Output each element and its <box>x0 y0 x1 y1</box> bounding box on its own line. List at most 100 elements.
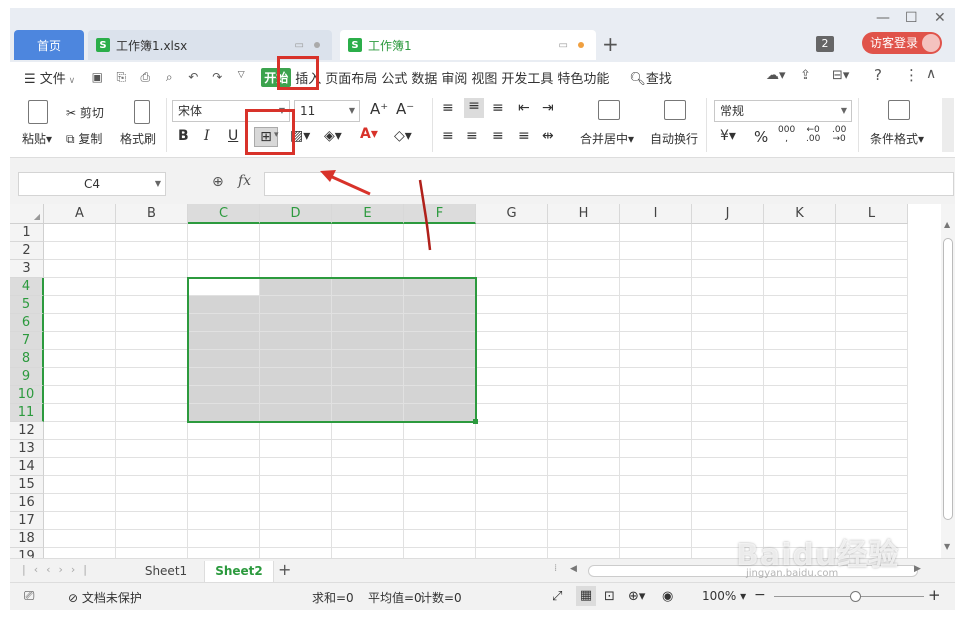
window-count-badge[interactable]: 2 <box>816 36 834 52</box>
bold-button[interactable]: B <box>178 128 189 144</box>
column-header-l[interactable]: L <box>836 204 908 224</box>
conditional-format-button[interactable]: 条件格式▾ <box>870 130 924 147</box>
fx-icon[interactable]: fx <box>238 173 251 189</box>
page-break-view-icon[interactable]: ⊡ <box>604 589 615 604</box>
column-header-j[interactable]: J <box>692 204 764 224</box>
scroll-right-icon[interactable]: ▶ <box>914 564 921 574</box>
merge-center-button[interactable]: 合并居中▾ <box>580 130 634 147</box>
search-button[interactable]: 🔍︎查找 <box>629 68 672 87</box>
unsaved-dot-icon[interactable] <box>578 42 584 48</box>
align-bottom-icon[interactable]: ≡ <box>492 100 504 116</box>
document-protection[interactable]: ⊘ 文档未保护 <box>68 589 142 606</box>
vertical-scrollbar[interactable]: ▲ ▼ <box>941 204 955 558</box>
zoom-slider-knob[interactable] <box>850 591 861 602</box>
eye-protection-icon[interactable]: ◉ <box>662 589 673 604</box>
thousands-separator-icon[interactable]: 000, <box>778 126 795 144</box>
column-header-a[interactable]: A <box>44 204 116 224</box>
customize-chevron-icon[interactable]: ▽ <box>233 70 249 84</box>
align-top-icon[interactable]: ≡ <box>442 100 454 116</box>
scroll-down-icon[interactable]: ▼ <box>944 542 950 551</box>
row-header-12[interactable]: 12 <box>10 422 44 440</box>
row-header-3[interactable]: 3 <box>10 260 44 278</box>
row-header-14[interactable]: 14 <box>10 458 44 476</box>
menu-tab-formulas[interactable]: 公式 <box>381 68 407 87</box>
column-header-i[interactable]: I <box>620 204 692 224</box>
menu-tab-developer[interactable]: 开发工具 <box>501 68 553 87</box>
vertical-scroll-thumb[interactable] <box>943 238 953 520</box>
cloud-icon[interactable]: ☁▾ <box>766 68 786 83</box>
font-color-icon[interactable]: A▾ <box>360 126 378 142</box>
zoom-slider[interactable] <box>774 596 924 597</box>
paste-button[interactable]: 粘贴▾ <box>22 130 52 147</box>
normal-view-icon[interactable]: ▦ <box>576 586 596 606</box>
column-header-c[interactable]: C <box>188 204 260 224</box>
scroll-up-icon[interactable]: ▲ <box>944 220 950 229</box>
row-header-18[interactable]: 18 <box>10 530 44 548</box>
row-header-2[interactable]: 2 <box>10 242 44 260</box>
row-header-9[interactable]: 9 <box>10 368 44 386</box>
add-sheet-button[interactable]: + <box>278 560 291 579</box>
copy-button[interactable]: ⧉ 复制 <box>66 130 102 147</box>
menu-tab-page-layout[interactable]: 页面布局 <box>325 68 377 87</box>
increase-font-icon[interactable]: A⁺ <box>370 100 388 118</box>
font-size-select[interactable]: 11 ▼ <box>294 100 360 122</box>
align-right-icon[interactable]: ≡ <box>492 128 504 144</box>
align-middle-icon[interactable]: ≡ <box>464 98 484 118</box>
tab-home[interactable]: 首页 <box>14 30 84 60</box>
more-icon[interactable]: ⋮ <box>904 66 919 84</box>
row-header-17[interactable]: 17 <box>10 512 44 530</box>
sheet-nav-arrows-icon[interactable]: |‹‹››| <box>22 563 95 576</box>
percent-button[interactable]: % <box>754 128 768 146</box>
fill-color-icon[interactable]: ◈▾ <box>324 128 342 144</box>
guest-login-button[interactable]: 访客登录 <box>862 32 942 54</box>
tab-workbook-active[interactable]: S 工作簿1 ▭ <box>340 30 596 60</box>
column-header-b[interactable]: B <box>116 204 188 224</box>
close-icon[interactable]: ✕ <box>934 10 946 26</box>
row-header-13[interactable]: 13 <box>10 440 44 458</box>
save-icon[interactable]: ▣ <box>89 70 105 84</box>
share-icon[interactable]: ⇪ <box>800 68 811 83</box>
more-tools-icon[interactable]: ⊟▾ <box>832 68 849 83</box>
scroll-left-icon[interactable]: ◀ <box>570 564 577 574</box>
row-header-10[interactable]: 10 <box>10 386 44 404</box>
monitor-icon[interactable]: ▭ <box>559 40 568 51</box>
merge-center-icon[interactable] <box>598 100 620 120</box>
currency-icon[interactable]: ¥▾ <box>720 128 736 144</box>
column-header-d[interactable]: D <box>260 204 332 224</box>
redo-icon[interactable]: ↷ <box>209 70 225 84</box>
italic-button[interactable]: I <box>204 128 210 144</box>
conditional-format-icon[interactable] <box>888 100 910 120</box>
number-format-select[interactable]: 常规 ▼ <box>714 100 852 122</box>
menu-tab-features[interactable]: 特色功能 <box>557 68 609 87</box>
row-header-4[interactable]: 4 <box>10 278 44 296</box>
menu-tab-data[interactable]: 数据 <box>411 68 437 87</box>
indent-increase-icon[interactable]: ⇥ <box>542 100 554 116</box>
justify-icon[interactable]: ≡ <box>518 128 530 144</box>
paste-icon[interactable] <box>28 100 48 124</box>
export-icon[interactable]: ⎘ <box>113 70 129 84</box>
select-all-corner[interactable]: ◢ <box>10 204 44 224</box>
monitor-icon[interactable]: ▭ <box>295 40 304 51</box>
clear-format-icon[interactable]: ◇▾ <box>394 128 412 144</box>
menu-tab-review[interactable]: 审阅 <box>441 68 467 87</box>
menu-tab-view[interactable]: 视图 <box>471 68 497 87</box>
zoom-level[interactable]: 100% ▾ <box>702 589 746 603</box>
decrease-decimal-icon[interactable]: .00 →0 <box>832 126 846 144</box>
decrease-font-icon[interactable]: A⁻ <box>396 100 414 118</box>
name-box[interactable]: C4 ▼ <box>18 172 166 196</box>
align-center-icon[interactable]: ≡ <box>466 128 478 144</box>
ribbon-scroll-right-icon[interactable] <box>942 98 954 152</box>
row-header-19[interactable]: 19 <box>10 548 44 558</box>
indent-decrease-icon[interactable]: ⇤ <box>518 100 530 116</box>
format-painter-button[interactable]: 格式刷 <box>120 130 156 147</box>
zoom-formula-icon[interactable]: ⊕ <box>212 174 224 190</box>
row-header-8[interactable]: 8 <box>10 350 44 368</box>
row-header-7[interactable]: 7 <box>10 332 44 350</box>
maximize-icon[interactable]: ☐ <box>905 10 918 26</box>
distributed-icon[interactable]: ⇹ <box>542 128 554 144</box>
sheet-tab-sheet1[interactable]: Sheet1 <box>130 561 202 583</box>
fullscreen-icon[interactable]: ⤢ <box>552 589 562 604</box>
column-header-f[interactable]: F <box>404 204 476 224</box>
row-header-6[interactable]: 6 <box>10 314 44 332</box>
add-tab-button[interactable]: + <box>602 32 619 56</box>
